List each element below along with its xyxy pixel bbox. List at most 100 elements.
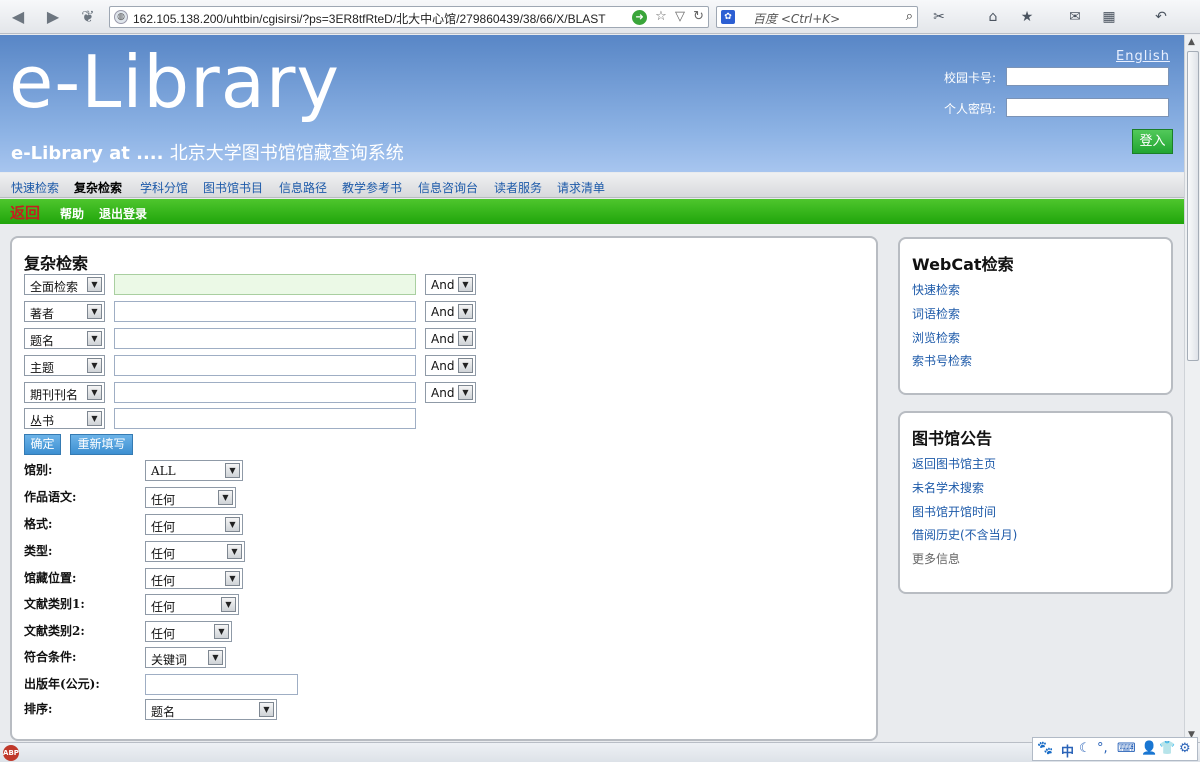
home-icon[interactable]: ⌂: [984, 8, 1002, 26]
webcat-quick-search-link[interactable]: 快速检索: [912, 281, 960, 298]
operator-select-2[interactable]: And ▼: [425, 301, 476, 322]
search-icon[interactable]: ⌕: [906, 9, 913, 24]
location-select[interactable]: 任何 ▼: [145, 568, 243, 589]
webcat-term-search-link[interactable]: 词语检索: [912, 305, 960, 322]
history-icon[interactable]: ❦: [78, 7, 98, 27]
logout-link[interactable]: 退出登录: [99, 205, 147, 222]
type-select[interactable]: 任何 ▼: [145, 541, 245, 562]
scroll-thumb[interactable]: [1187, 51, 1199, 361]
browser-toolbar: ◀ ▶ ❦ ◍ 162.105.138.200/uhtbin/cgisirsi/…: [0, 0, 1200, 34]
skin-icon[interactable]: 👕: [1159, 741, 1175, 756]
chevron-down-icon: ▼: [208, 650, 223, 665]
address-bar[interactable]: ◍ 162.105.138.200/uhtbin/cgisirsi/?ps=3E…: [109, 6, 709, 28]
search-term-input-6[interactable]: [114, 408, 416, 429]
baidu-icon[interactable]: ✿: [721, 10, 735, 24]
search-placeholder: 百度 <Ctrl+K>: [753, 12, 841, 26]
search-term-input-2[interactable]: [114, 301, 416, 322]
chevron-down-icon: ▼: [218, 490, 233, 505]
browser-search-box[interactable]: ✿ 百度 <Ctrl+K> ⌕: [716, 6, 918, 28]
field-select-5[interactable]: 期刊刊名 ▼: [24, 382, 105, 403]
ime-toolbar[interactable]: 🐾 中 ☾ °, ⌨ 👤 👕 ⚙: [1032, 737, 1198, 761]
category2-select[interactable]: 任何 ▼: [145, 621, 232, 642]
go-icon[interactable]: ➜: [632, 10, 648, 25]
operator-select-5[interactable]: And ▼: [425, 382, 476, 403]
chevron-down-icon: ▼: [87, 304, 102, 319]
reset-button[interactable]: 重新填写: [70, 434, 133, 455]
chevron-down-icon: ▼: [225, 517, 240, 532]
back-link[interactable]: 返回: [10, 202, 40, 223]
category1-select[interactable]: 任何 ▼: [145, 594, 239, 615]
moon-icon[interactable]: ☾: [1079, 741, 1091, 756]
chevron-down-icon: ▼: [87, 385, 102, 400]
operator-select-4[interactable]: And ▼: [425, 355, 476, 376]
login-button[interactable]: 登入: [1132, 129, 1173, 154]
filter-label-library: 馆别:: [24, 463, 53, 477]
nav-info-path[interactable]: 信息路径: [279, 179, 327, 196]
field-select-6[interactable]: 丛书 ▼: [24, 408, 105, 429]
chevron-down-icon: ▼: [458, 277, 473, 292]
help-link[interactable]: 帮助: [60, 205, 84, 222]
scroll-up-icon[interactable]: ▲: [1188, 37, 1195, 47]
nav-reader-services[interactable]: 读者服务: [494, 179, 542, 196]
back-arrow-icon[interactable]: ◀: [8, 7, 28, 27]
library-home-link[interactable]: 返回图书馆主页: [912, 455, 996, 472]
bookmarks-icon[interactable]: ★: [1018, 8, 1036, 26]
sort-select[interactable]: 题名 ▼: [145, 699, 277, 720]
punctuation-icon[interactable]: °,: [1097, 741, 1108, 756]
nav-branch-library[interactable]: 学科分馆: [140, 179, 188, 196]
english-link[interactable]: English: [1116, 49, 1170, 64]
search-term-input-4[interactable]: [114, 355, 416, 376]
search-term-input-3[interactable]: [114, 328, 416, 349]
nav-reserves[interactable]: 教学参考书: [342, 179, 402, 196]
keyboard-icon[interactable]: ⌨: [1117, 741, 1136, 756]
paw-icon[interactable]: 🐾: [1037, 741, 1053, 756]
format-select[interactable]: 任何 ▼: [145, 514, 243, 535]
nav-catalog[interactable]: 图书馆书目: [203, 179, 263, 196]
password-label: 个人密码:: [944, 102, 997, 116]
submit-button[interactable]: 确定: [24, 434, 61, 455]
screenshot-icon[interactable]: ✂: [930, 8, 948, 26]
library-select[interactable]: ALL ▼: [145, 460, 243, 481]
nav-request-list[interactable]: 请求清单: [557, 179, 605, 196]
forward-arrow-icon[interactable]: ▶: [43, 7, 63, 27]
match-select[interactable]: 关键词 ▼: [145, 647, 226, 668]
borrow-history-link[interactable]: 借阅历史(不含当月): [912, 526, 1017, 543]
operator-select-3[interactable]: And ▼: [425, 328, 476, 349]
nav-advanced-search[interactable]: 复杂检索: [74, 179, 122, 196]
webcat-browse-search-link[interactable]: 浏览检索: [912, 329, 960, 346]
filter-label-match: 符合条件:: [24, 650, 77, 664]
opening-hours-link[interactable]: 图书馆开馆时间: [912, 503, 996, 520]
operator-select-1[interactable]: And ▼: [425, 274, 476, 295]
pubyear-input[interactable]: [145, 674, 298, 695]
field-select-1[interactable]: 全面检索 ▼: [24, 274, 105, 295]
user-icon[interactable]: 👤: [1141, 741, 1157, 756]
undo-icon[interactable]: ↶: [1152, 8, 1170, 26]
vertical-scrollbar[interactable]: ▲ ▼: [1184, 35, 1200, 742]
nav-info-desk[interactable]: 信息咨询台: [418, 179, 478, 196]
language-select[interactable]: 任何 ▼: [145, 487, 236, 508]
more-info-link[interactable]: 更多信息: [912, 550, 960, 567]
field-select-4[interactable]: 主题 ▼: [24, 355, 105, 376]
dropdown-icon[interactable]: ▽: [675, 9, 685, 24]
chevron-down-icon: ▼: [259, 702, 274, 717]
adblock-icon[interactable]: ABP: [3, 745, 19, 761]
nav-quick-search[interactable]: 快速检索: [11, 179, 59, 196]
mail-icon[interactable]: ✉: [1066, 8, 1084, 26]
bookmark-star-icon[interactable]: ☆: [655, 9, 667, 24]
card-number-input[interactable]: [1006, 67, 1169, 86]
ime-language[interactable]: 中: [1061, 741, 1074, 760]
reload-icon[interactable]: ↻: [693, 9, 704, 24]
filter-label-sort: 排序:: [24, 702, 53, 716]
search-term-input-5[interactable]: [114, 382, 416, 403]
academic-search-link[interactable]: 未名学术搜索: [912, 479, 984, 496]
main-nav: 快速检索 复杂检索 学科分馆 图书馆书目 信息路径 教学参考书 信息咨询台 读者…: [0, 173, 1184, 198]
password-input[interactable]: [1006, 98, 1169, 117]
field-select-3[interactable]: 题名 ▼: [24, 328, 105, 349]
webcat-callnumber-search-link[interactable]: 索书号检索: [912, 352, 972, 369]
chevron-down-icon: ▼: [225, 571, 240, 586]
notice-title: 图书馆公告: [912, 429, 993, 448]
field-select-2[interactable]: 著者 ▼: [24, 301, 105, 322]
addons-icon[interactable]: ▦: [1100, 8, 1118, 26]
search-term-input-1[interactable]: [114, 274, 416, 295]
settings-gear-icon[interactable]: ⚙: [1179, 741, 1191, 756]
